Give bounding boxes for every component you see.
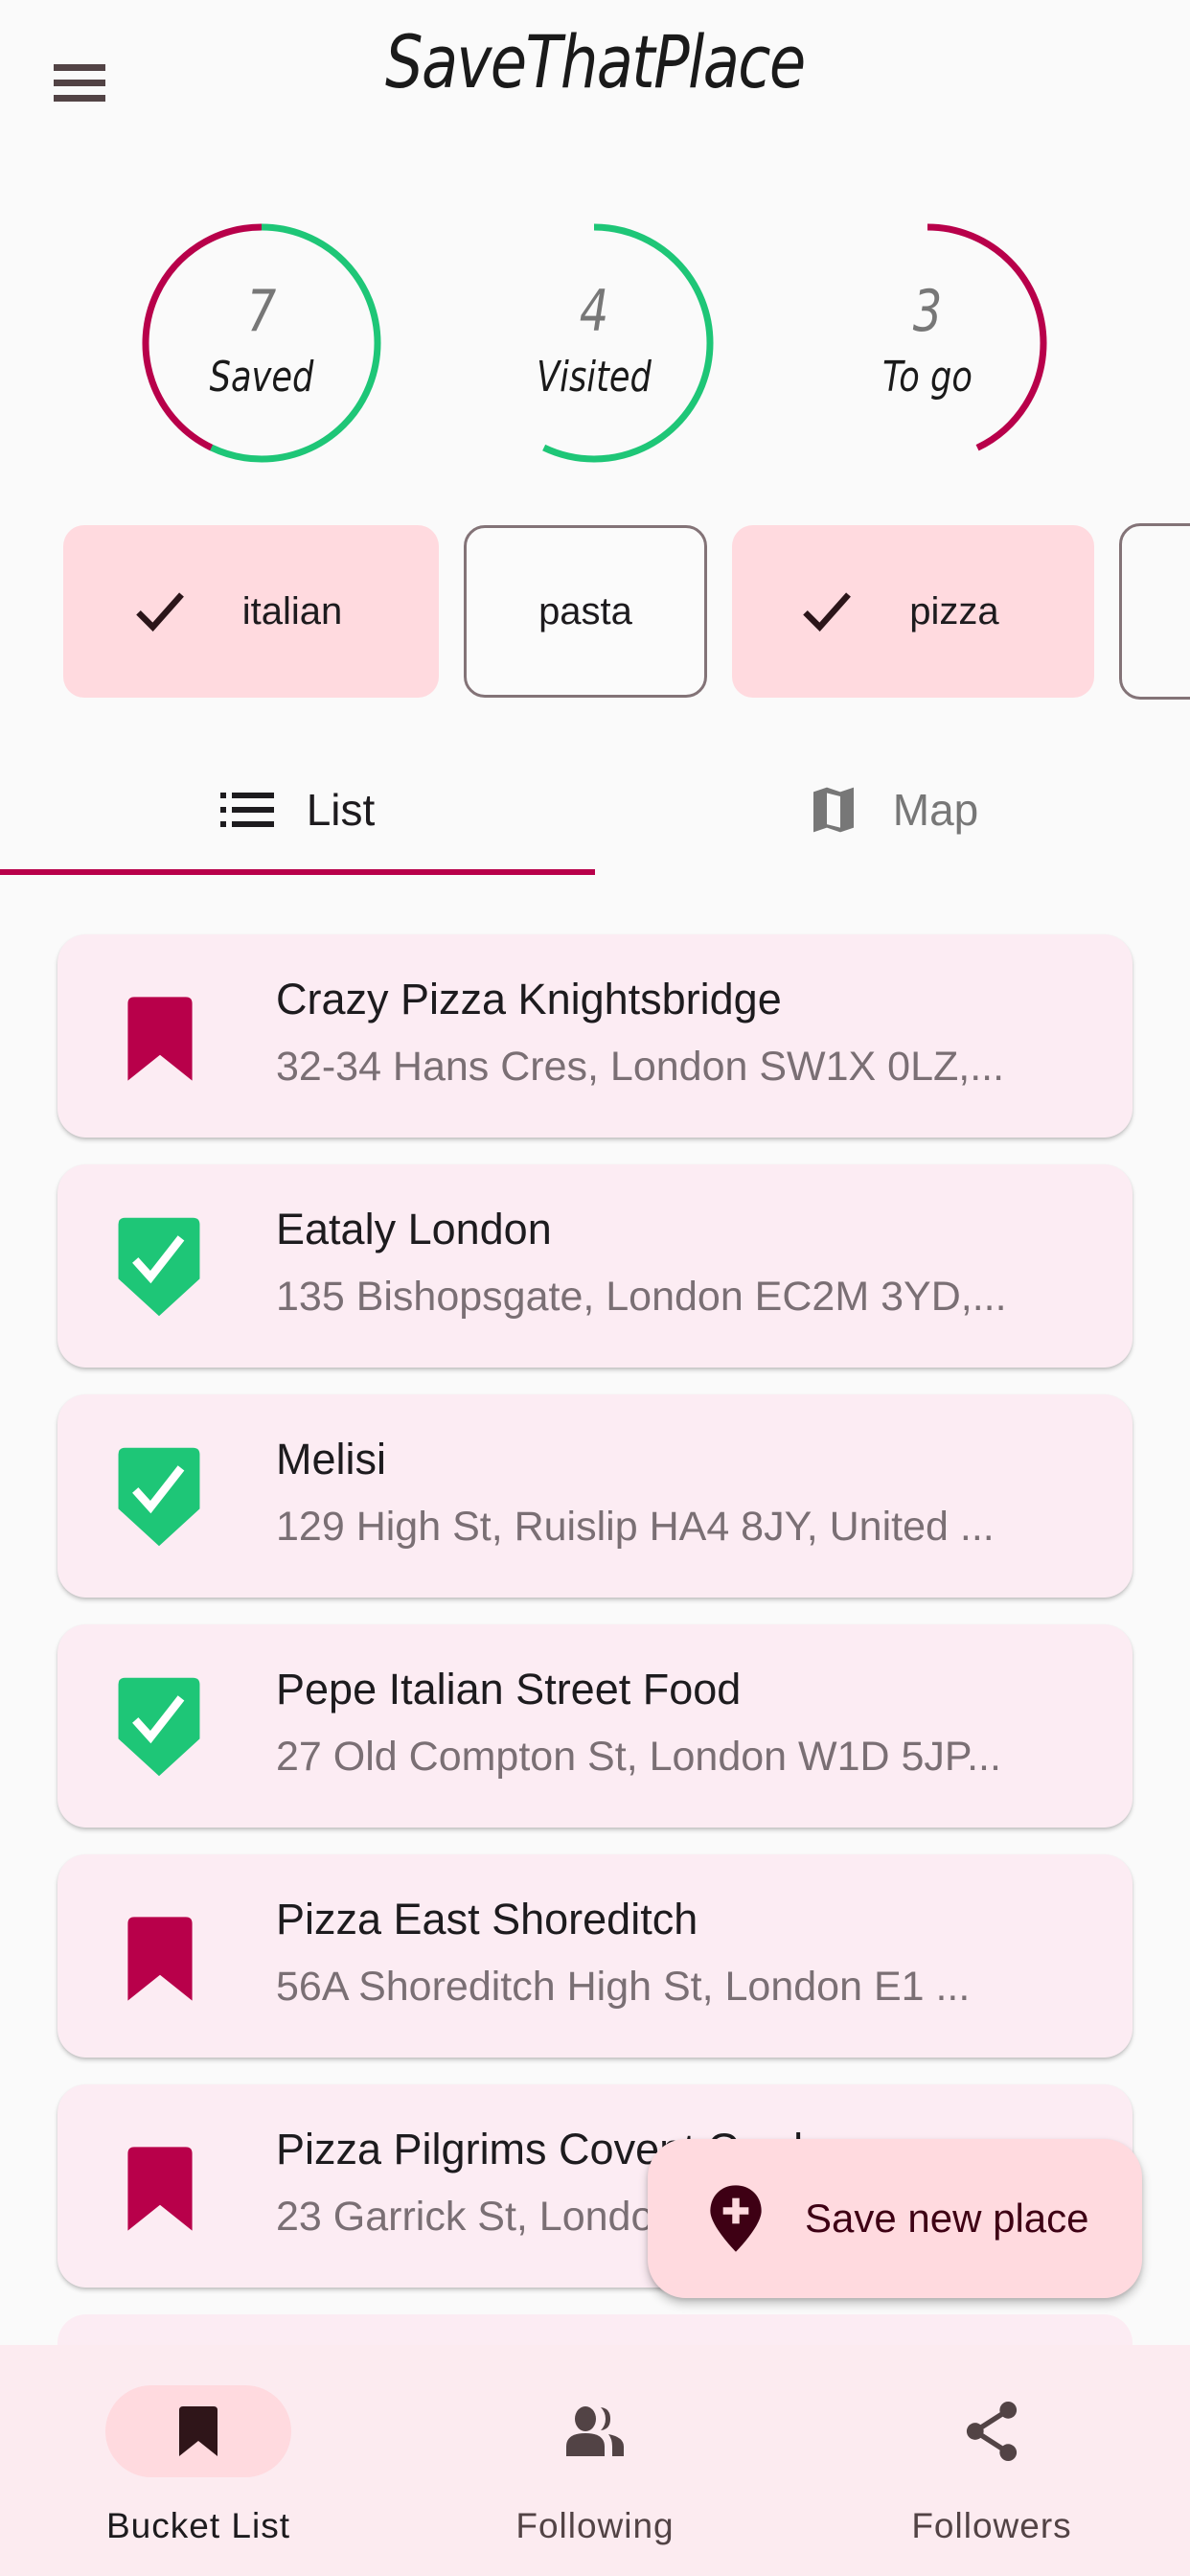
chip-partial[interactable] — [1119, 523, 1190, 700]
fab-label: Save new place — [805, 2196, 1089, 2241]
chip-pizza[interactable]: pizza — [732, 525, 1094, 698]
tab-list[interactable]: List — [0, 748, 595, 872]
place-address: 129 High St, Ruislip HA4 8JY, United ... — [276, 1504, 995, 1550]
stat-saved: 7 Saved — [137, 218, 386, 468]
add-location-icon — [705, 2182, 767, 2255]
place-card[interactable]: Pizza East Shoreditch 56A Shoreditch High… — [57, 1854, 1133, 2058]
place-card[interactable]: Crazy Pizza Knightsbridge 32-34 Hans Cres… — [57, 934, 1133, 1138]
saved-count: 7 — [246, 278, 277, 345]
chip-italian[interactable]: italian — [63, 525, 439, 698]
nav-label: Followers — [911, 2506, 1072, 2545]
check-icon — [135, 592, 184, 632]
list-icon — [219, 791, 274, 829]
stat-visited: 4 Visited — [469, 218, 719, 468]
place-name: Melisi — [276, 1435, 387, 1484]
chip-label: italian — [241, 589, 343, 632]
place-address: 135 Bishopsgate, London EC2M 3YD,... — [276, 1274, 1007, 1320]
bookmark-icon — [125, 994, 220, 1099]
tab-indicator — [0, 869, 595, 875]
map-icon — [807, 783, 860, 837]
visited-label: Visited — [537, 353, 652, 402]
place-card[interactable]: Pepe Italian Street Food 27 Old Compton S… — [57, 1624, 1133, 1828]
save-new-place-button[interactable]: Save new place — [648, 2139, 1142, 2298]
place-card[interactable]: Melisi 129 High St, Ruislip HA4 8JY, Unit… — [57, 1394, 1133, 1598]
place-name: Eataly London — [276, 1205, 552, 1254]
nav-label: Bucket List — [106, 2506, 290, 2545]
saved-label: Saved — [209, 353, 314, 402]
tab-label: Map — [892, 785, 979, 835]
check-icon — [803, 592, 852, 632]
hamburger-menu-icon — [54, 64, 105, 71]
bookmark-icon — [125, 1914, 220, 2019]
bookmark-icon — [179, 2406, 217, 2456]
visited-check-icon — [115, 1214, 211, 1320]
togo-label: To go — [882, 353, 973, 402]
place-address: 32-34 Hans Cres, London SW1X 0LZ,... — [276, 1044, 1005, 1090]
chip-pasta[interactable]: pasta — [464, 525, 707, 698]
share-icon — [966, 2401, 1018, 2462]
nav-bucket-list[interactable]: Bucket List — [0, 2345, 397, 2576]
visited-check-icon — [115, 1674, 211, 1780]
nav-followers[interactable]: Followers — [793, 2345, 1190, 2576]
togo-count: 3 — [912, 278, 943, 345]
visited-count: 4 — [579, 278, 609, 345]
place-name: Pizza East Shoreditch — [276, 1895, 698, 1944]
place-name: Pepe Italian Street Food — [276, 1665, 742, 1714]
nav-label: Following — [515, 2506, 675, 2545]
tab-label: List — [306, 785, 376, 835]
place-address: 27 Old Compton St, London W1D 5JP... — [276, 1734, 1001, 1780]
chip-label: pizza — [909, 589, 999, 632]
visited-check-icon — [115, 1444, 211, 1550]
app-title: SaveThatPlace — [385, 19, 806, 104]
people-icon — [566, 2406, 624, 2456]
tab-map[interactable]: Map — [595, 748, 1190, 872]
chip-label: pasta — [538, 589, 632, 632]
stat-togo: 3 To go — [803, 218, 1052, 468]
nav-following[interactable]: Following — [397, 2345, 793, 2576]
place-address: 56A Shoreditch High St, London E1 ... — [276, 1964, 971, 2010]
bookmark-icon — [125, 2144, 220, 2249]
place-name: Crazy Pizza Knightsbridge — [276, 975, 782, 1024]
bottom-nav: Bucket List Following Followers — [0, 2345, 1190, 2576]
place-card[interactable]: Eataly London 135 Bishopsgate, London EC2… — [57, 1164, 1133, 1368]
